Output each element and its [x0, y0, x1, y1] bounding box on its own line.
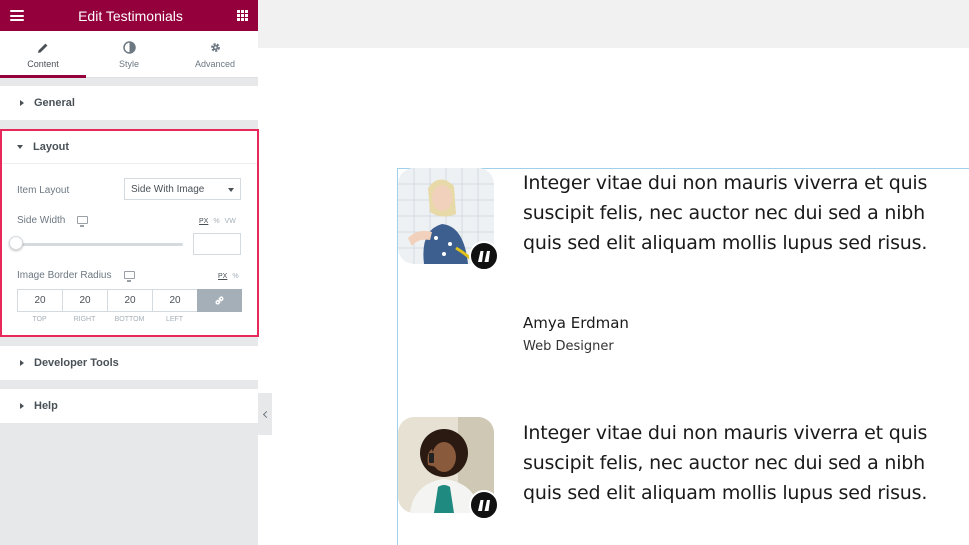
- testimonial-author-role: Web Designer: [523, 339, 614, 354]
- half-circle-icon: [122, 40, 136, 56]
- side-width-input[interactable]: [193, 233, 241, 255]
- section-help-label: Help: [34, 400, 58, 412]
- tab-content[interactable]: Content: [0, 31, 86, 78]
- pencil-icon: [37, 40, 49, 56]
- tab-advanced[interactable]: Advanced: [172, 31, 258, 77]
- link-icon: [215, 296, 224, 305]
- testimonial-author-name: Amya Erdman: [523, 314, 629, 332]
- quote-icon: [469, 241, 499, 271]
- preview-top-area: [258, 0, 969, 48]
- label-top: TOP: [32, 316, 47, 323]
- section-developer-tools-header[interactable]: Developer Tools: [0, 346, 258, 380]
- desktop-icon[interactable]: [124, 271, 135, 282]
- unit-percent[interactable]: %: [232, 273, 238, 280]
- testimonial-text: Integer vitae dui non mauris viverra et …: [523, 172, 928, 254]
- item-layout-label: Item Layout: [17, 185, 70, 196]
- section-general-label: General: [34, 97, 75, 109]
- label-left: LEFT: [165, 316, 184, 323]
- dimension-labels: TOP RIGHT BOTTOM LEFT: [17, 316, 197, 323]
- caret-down-icon: [17, 145, 23, 149]
- panel-tabs: Content Style Advanced: [0, 31, 258, 78]
- section-layout: Layout Item Layout Side With Image Side …: [0, 129, 259, 337]
- section-developer-tools[interactable]: Developer Tools: [0, 346, 258, 380]
- side-width-label: Side Width: [17, 215, 66, 226]
- panel-title: Edit Testimonials: [78, 7, 183, 24]
- unit-vw[interactable]: VW: [225, 218, 236, 225]
- border-radius-dimensions: 20 20 20 20: [17, 289, 242, 312]
- tab-style[interactable]: Style: [86, 31, 172, 77]
- radius-top-input[interactable]: 20: [17, 289, 62, 312]
- section-help-header[interactable]: Help: [0, 389, 258, 423]
- unit-percent[interactable]: %: [213, 218, 219, 225]
- item-layout-select[interactable]: Side With Image: [124, 178, 241, 200]
- tab-advanced-label: Advanced: [194, 58, 236, 69]
- slider-handle[interactable]: [9, 236, 23, 250]
- quote-icon: [469, 490, 499, 520]
- desktop-icon[interactable]: [77, 216, 88, 227]
- side-width-slider[interactable]: [17, 243, 183, 246]
- caret-right-icon: [20, 403, 24, 409]
- unit-px[interactable]: PX: [199, 218, 208, 225]
- caret-right-icon: [20, 360, 24, 366]
- label-bottom: BOTTOM: [114, 316, 145, 323]
- widgets-grid-icon[interactable]: [236, 10, 248, 21]
- testimonial-text: Integer vitae dui non mauris viverra et …: [523, 422, 928, 504]
- section-help[interactable]: Help: [0, 389, 258, 423]
- caret-right-icon: [20, 100, 24, 106]
- section-general-header[interactable]: General: [0, 86, 258, 120]
- section-layout-header[interactable]: Layout: [2, 131, 257, 164]
- section-developer-tools-label: Developer Tools: [34, 357, 119, 369]
- section-general[interactable]: General: [0, 86, 258, 120]
- border-radius-label: Image Border Radius: [17, 270, 112, 281]
- gear-icon: [209, 40, 222, 56]
- item-layout-value: Side With Image: [131, 183, 205, 195]
- panel-header: Edit Testimonials: [0, 0, 258, 31]
- section-layout-label: Layout: [33, 141, 70, 153]
- collapse-panel-button[interactable]: [258, 393, 272, 435]
- label-right: RIGHT: [73, 316, 96, 323]
- side-width-units: PX % VW: [199, 218, 236, 225]
- tab-content-label: Content: [27, 58, 59, 69]
- radius-bottom-input[interactable]: 20: [107, 289, 152, 312]
- tab-style-label: Style: [118, 58, 139, 69]
- link-values-button[interactable]: [197, 289, 242, 312]
- unit-px[interactable]: PX: [218, 273, 227, 280]
- radius-right-input[interactable]: 20: [62, 289, 107, 312]
- border-radius-units: PX %: [218, 273, 239, 280]
- radius-left-input[interactable]: 20: [152, 289, 197, 312]
- chevron-left-icon: [262, 410, 270, 418]
- chevron-down-icon: [228, 188, 234, 192]
- menu-icon[interactable]: [10, 10, 24, 21]
